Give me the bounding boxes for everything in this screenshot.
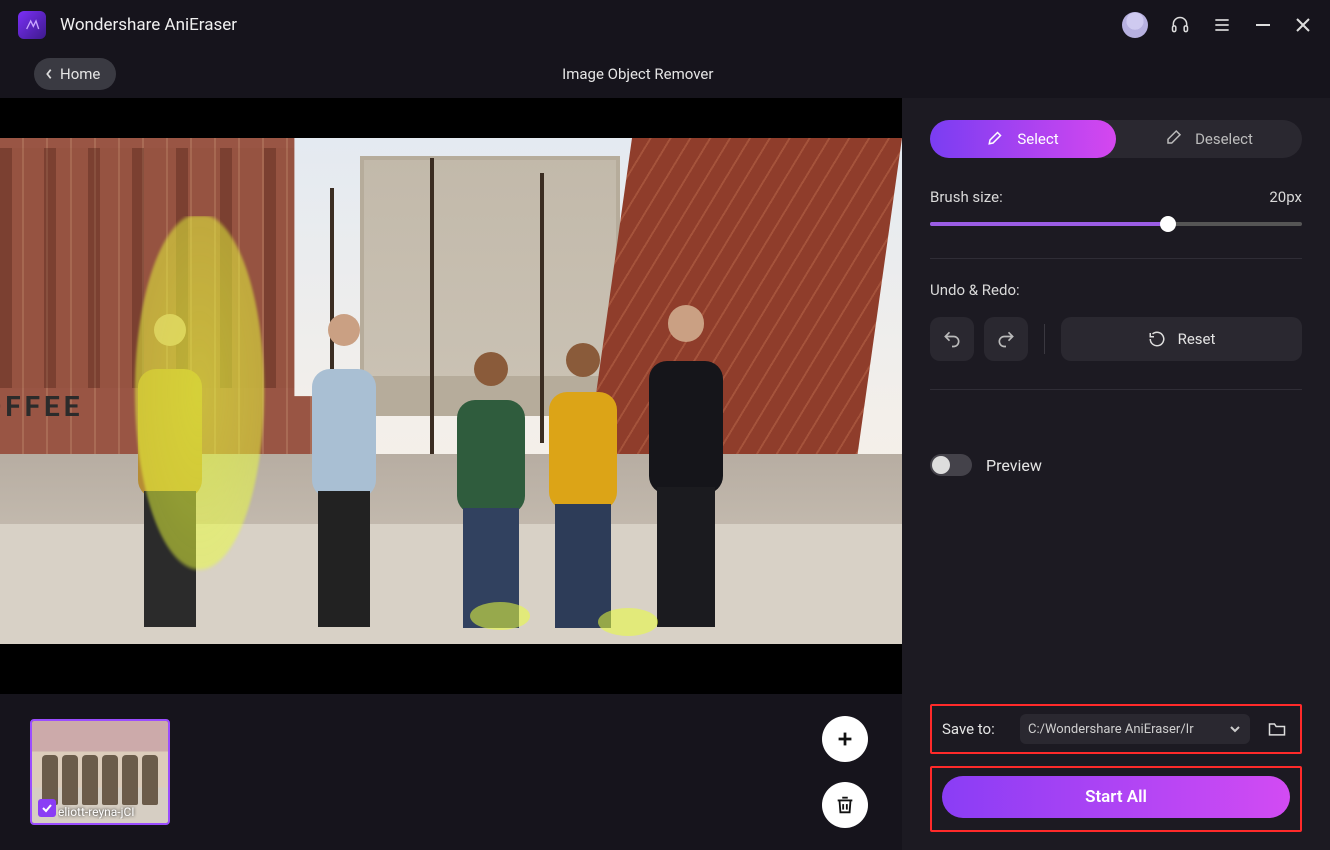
save-path-value: C:/Wondershare AniEraser/Ir [1028, 722, 1194, 737]
reset-label: Reset [1178, 330, 1216, 348]
delete-image-button[interactable] [822, 782, 868, 828]
app-title: Wondershare AniEraser [60, 15, 237, 35]
thumbnail-filename: eliott-reyna-jCI [58, 805, 164, 819]
app-logo-icon [18, 11, 46, 39]
brush-size-value: 20px [1269, 188, 1302, 206]
reset-button[interactable]: Reset [1061, 317, 1302, 361]
home-label: Home [60, 65, 100, 83]
undo-redo-label: Undo & Redo: [930, 281, 1302, 299]
deselect-tool-button[interactable]: Deselect [1116, 120, 1302, 158]
redo-button[interactable] [984, 317, 1028, 361]
preview-label: Preview [986, 456, 1042, 475]
thumbnail-check-icon [38, 799, 56, 817]
slider-knob[interactable] [1160, 216, 1176, 232]
window-close-button[interactable] [1294, 16, 1312, 34]
save-to-label: Save to: [942, 720, 1006, 738]
browse-folder-button[interactable] [1264, 716, 1290, 742]
canvas-area: eliott-reyna-jCI [0, 98, 902, 850]
save-path-dropdown[interactable]: C:/Wondershare AniEraser/Ir [1020, 714, 1250, 744]
start-all-button[interactable]: Start All [942, 776, 1290, 818]
save-to-row: Save to: C:/Wondershare AniEraser/Ir [930, 704, 1302, 754]
deselect-label: Deselect [1195, 130, 1253, 148]
titlebar: Wondershare AniEraser [0, 0, 1330, 50]
titlebar-right [1122, 12, 1312, 38]
undo-button[interactable] [930, 317, 974, 361]
support-headset-icon[interactable] [1170, 15, 1190, 35]
preview-toggle[interactable] [930, 454, 972, 476]
eraser-icon [1165, 128, 1183, 150]
brush-size-label: Brush size: [930, 188, 1003, 206]
thumbnail-item[interactable]: eliott-reyna-jCI [30, 719, 170, 825]
selection-spot [470, 602, 530, 630]
start-row: Start All [930, 766, 1302, 832]
subheader: Home Image Object Remover [0, 50, 1330, 98]
brush-size-row: Brush size: 20px [930, 188, 1302, 206]
titlebar-left: Wondershare AniEraser [18, 11, 237, 39]
chevron-down-icon [1228, 722, 1242, 736]
settings-panel: Select Deselect Brush size: 20px Undo & … [902, 98, 1330, 850]
add-image-button[interactable] [822, 716, 868, 762]
select-label: Select [1017, 130, 1058, 148]
thumbnail-strip: eliott-reyna-jCI [0, 694, 902, 850]
main: eliott-reyna-jCI Select Deselect [0, 98, 1330, 850]
menu-icon[interactable] [1212, 15, 1232, 35]
brush-icon [987, 128, 1005, 150]
image-content [0, 138, 902, 644]
window-minimize-button[interactable] [1254, 16, 1272, 34]
undo-redo-row: Reset [930, 317, 1302, 361]
image-viewport[interactable] [0, 98, 902, 694]
select-tool-button[interactable]: Select [930, 120, 1116, 158]
preview-toggle-row: Preview [930, 454, 1302, 476]
selection-spot [598, 608, 658, 636]
home-button[interactable]: Home [34, 58, 116, 90]
page-title: Image Object Remover [562, 65, 713, 83]
brush-size-slider[interactable] [930, 218, 1302, 230]
tool-segmented-control: Select Deselect [930, 120, 1302, 158]
user-avatar-icon[interactable] [1122, 12, 1148, 38]
start-all-label: Start All [1085, 787, 1147, 807]
